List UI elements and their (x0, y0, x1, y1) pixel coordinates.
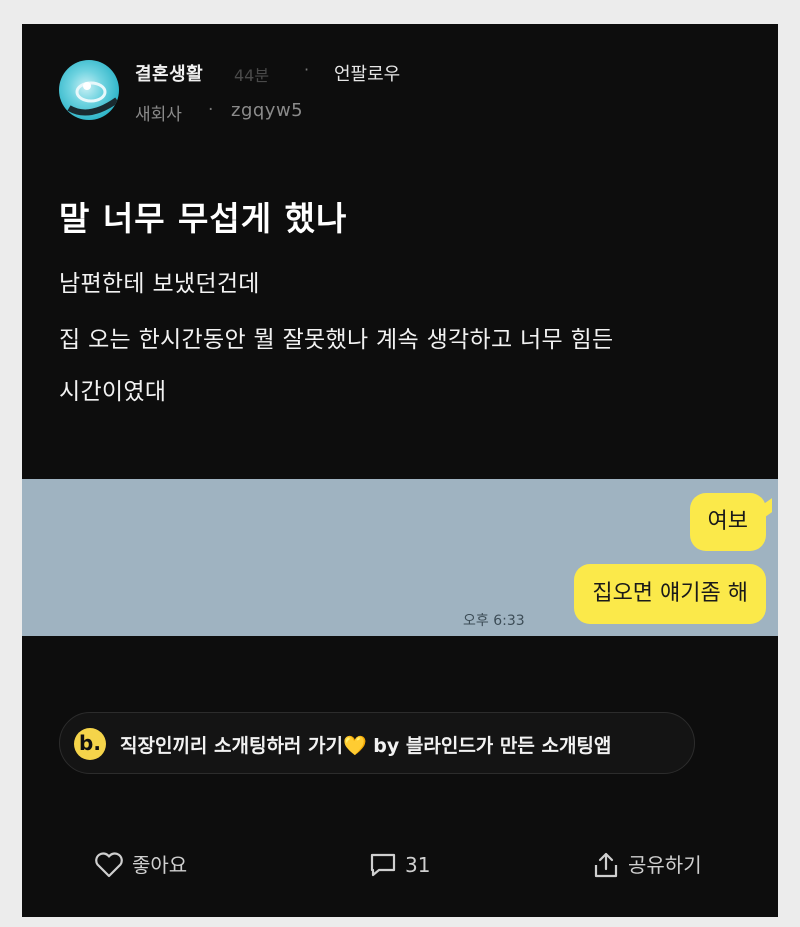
comment-count: 31 (405, 853, 431, 877)
author-id: zgqyw5 (231, 100, 304, 121)
share-button[interactable]: 공유하기 (592, 848, 702, 882)
chat-message: 집오면 얘기좀 해 (592, 581, 748, 606)
chat-message: 여보 (707, 509, 748, 534)
post-body-line: 남편한테 보냈던건데 (59, 271, 260, 297)
chat-timestamp: 오후 6:33 (463, 613, 525, 629)
post-body-line: 시간이였대 (59, 379, 167, 405)
post-body-line: 집 오는 한시간동안 뭘 잘못했나 계속 생각하고 너무 힘든 (59, 327, 614, 353)
heart-emoji-icon: 💛 (343, 735, 367, 757)
share-label: 공유하기 (628, 853, 702, 877)
unfollow-button[interactable]: 언팔로우 (334, 60, 400, 86)
ad-text-tail: by 블라인드가 만든 소개팅앱 (366, 735, 612, 757)
post-time: 44분 (234, 66, 270, 85)
like-button[interactable]: 좋아요 (94, 848, 187, 882)
chat-bubble: 집오면 얘기좀 해 (574, 564, 766, 624)
chat-bubble: 여보 (689, 493, 772, 551)
ad-text: 직장인끼리 소개팅하러 가기💛 by 블라인드가 만든 소개팅앱 (120, 731, 611, 758)
chat-screenshot: 여보 집오면 얘기좀 해 오후 6:33 (22, 479, 778, 636)
like-label: 좋아요 (132, 853, 188, 877)
separator-dot: · (208, 100, 214, 120)
heart-outline-icon (95, 851, 123, 877)
bubble-tail (758, 498, 772, 522)
channel-avatar[interactable] (59, 60, 119, 120)
author-company: 새회사 (135, 105, 182, 125)
comment-button[interactable]: 31 (369, 848, 430, 882)
blind-logo-icon: b. (74, 728, 106, 760)
speech-bubble-icon (370, 853, 396, 876)
ad-text-main: 직장인끼리 소개팅하러 가기 (120, 735, 343, 757)
channel-name[interactable]: 결혼생활 (135, 60, 203, 86)
ring-icon (67, 81, 119, 116)
post-card: 결혼생활 44분 · 언팔로우 새회사 · zgqyw5 말 너무 무섭게 했나… (22, 24, 778, 917)
ad-banner[interactable]: b. 직장인끼리 소개팅하러 가기💛 by 블라인드가 만든 소개팅앱 (59, 712, 695, 774)
separator-dot: · (304, 60, 310, 79)
share-upload-icon (594, 852, 618, 877)
post-title: 말 너무 무섭게 했나 (59, 199, 348, 238)
